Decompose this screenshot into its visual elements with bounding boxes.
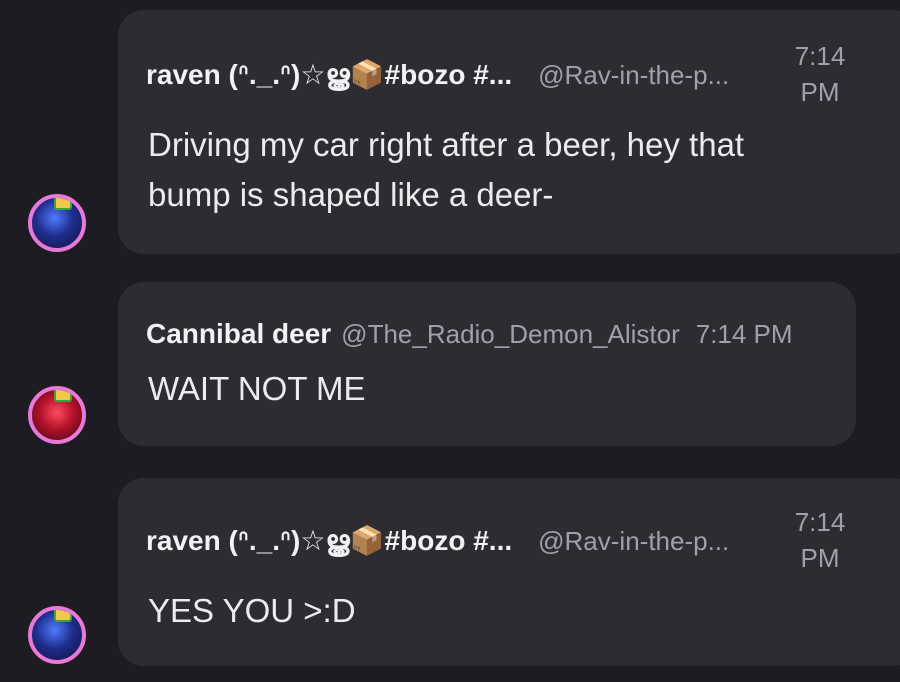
- user-handle[interactable]: @Rav-in-the-p...: [538, 60, 729, 91]
- display-name[interactable]: raven (ᐢ._.ᐢ)☆ൠ📦#bozo #...: [146, 524, 512, 558]
- message-text: Driving my car right after a beer, hey t…: [148, 120, 848, 220]
- message-text: WAIT NOT ME: [148, 370, 366, 407]
- message-bubble[interactable]: [118, 478, 900, 666]
- message-3[interactable]: raven (ᐢ._.ᐢ)☆ൠ📦#bozo #... @Rav-in-the-p…: [0, 470, 900, 682]
- avatar[interactable]: [28, 386, 86, 444]
- timestamp-period: PM: [800, 543, 840, 573]
- timestamp-period: PM: [800, 77, 840, 107]
- avatar[interactable]: [28, 606, 86, 664]
- timestamp-time: 7:14: [794, 41, 846, 71]
- crown-icon: [54, 610, 72, 622]
- display-name[interactable]: Cannibal deer: [146, 318, 331, 350]
- message-text-line: bump is shaped like a deer-: [148, 176, 554, 213]
- user-handle[interactable]: @The_Radio_Demon_Alistor: [341, 319, 680, 350]
- message-header: raven (ᐢ._.ᐢ)☆ൠ📦#bozo #... @Rav-in-the-p…: [146, 524, 729, 558]
- message-2[interactable]: Cannibal deer @The_Radio_Demon_Alistor 7…: [0, 270, 900, 470]
- crown-icon: [54, 390, 72, 402]
- message-text-line: Driving my car right after a beer, hey t…: [148, 126, 745, 163]
- timestamp: 7:14 PM: [790, 38, 850, 110]
- message-header: raven (ᐢ._.ᐢ)☆ൠ📦#bozo #... @Rav-in-the-p…: [146, 58, 729, 92]
- timestamp-time: 7:14: [794, 507, 846, 537]
- chat-thread: raven (ᐢ._.ᐢ)☆ൠ📦#bozo #... @Rav-in-the-p…: [0, 0, 900, 682]
- timestamp: 7:14 PM: [790, 504, 850, 576]
- message-1[interactable]: raven (ᐢ._.ᐢ)☆ൠ📦#bozo #... @Rav-in-the-p…: [0, 0, 900, 260]
- user-handle[interactable]: @Rav-in-the-p...: [538, 526, 729, 557]
- message-header: Cannibal deer @The_Radio_Demon_Alistor 7…: [146, 318, 793, 350]
- avatar[interactable]: [28, 194, 86, 252]
- message-text: YES YOU >:D: [148, 592, 356, 629]
- timestamp: 7:14 PM: [695, 319, 793, 349]
- crown-icon: [54, 198, 72, 210]
- display-name[interactable]: raven (ᐢ._.ᐢ)☆ൠ📦#bozo #...: [146, 58, 512, 92]
